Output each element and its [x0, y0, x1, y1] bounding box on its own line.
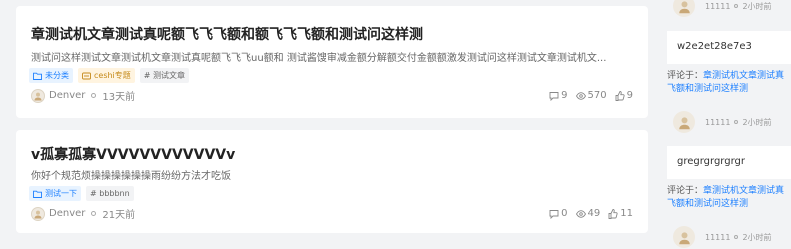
eye-icon [575, 91, 586, 100]
comment-time: 2小时前 [742, 1, 772, 11]
topic-tag[interactable]: # bbbbnn [86, 186, 134, 201]
comment-icon [549, 91, 559, 101]
comment-count-value: 9 [561, 90, 568, 101]
comment-user[interactable]: 11111 2小时前 [667, 222, 791, 249]
eye-icon [575, 209, 586, 218]
view-count-value: 570 [587, 90, 607, 101]
comment-user-name[interactable]: 11111 [705, 233, 730, 242]
author-name[interactable]: Denver [49, 208, 85, 219]
post-meta: Denver 13天前 9 570 9 [31, 88, 633, 103]
comment-time: 2小时前 [742, 117, 772, 127]
comment-user[interactable]: 11111 2小时前 [667, 107, 791, 137]
post-card[interactable]: v孤寡孤寡VVVVVVVVVVVVv 你好个规范烦操操操操操操雨纷纷方法才吃饭 … [16, 130, 648, 233]
time-separator [91, 211, 97, 216]
user-avatar[interactable] [673, 111, 695, 133]
comment-on-prefix: 评论于： [667, 71, 704, 81]
comment-text: gregrgrgrgrgr [667, 146, 791, 179]
post-meta: Denver 21天前 0 49 11 [31, 206, 633, 221]
time-separator [91, 93, 97, 98]
comment-count-value: 0 [561, 208, 568, 219]
time-separator [734, 120, 739, 124]
special-tag[interactable]: ceshi专题 [78, 68, 135, 83]
post-excerpt: 你好个规范烦操操操操操操雨纷纷方法才吃饭 [31, 171, 231, 182]
category-tag[interactable]: 未分类 [29, 68, 73, 83]
author-name[interactable]: Denver [49, 90, 85, 101]
comment-user[interactable]: 11111 2小时前 [667, 0, 791, 21]
post-tags: 未分类 ceshi专题 # 测试文章 [29, 68, 190, 83]
comment-target[interactable]: 评论于：章测试机文章测试真 飞额和测试问这样测 [667, 70, 791, 96]
post-stats: 9 570 9 [549, 90, 633, 101]
post-stats: 0 49 11 [549, 208, 633, 219]
author-avatar[interactable] [31, 206, 45, 221]
post-time: 21天前 [102, 210, 136, 221]
post-tags: 测试一下 # bbbbnn [29, 186, 134, 201]
tag-label: # bbbbnn [90, 189, 130, 198]
thumbs-up-icon [615, 90, 625, 101]
tag-label: 未分类 [45, 71, 69, 80]
comment-user-name[interactable]: 11111 [705, 118, 730, 127]
category-tag[interactable]: 测试一下 [29, 186, 81, 201]
user-avatar[interactable] [673, 0, 695, 17]
post-title[interactable]: 章测试机文章测试真呢额飞飞飞额和额飞飞飞额和测试问这样测 [31, 24, 423, 44]
like-count[interactable]: 11 [608, 208, 633, 219]
comment-count[interactable]: 0 [549, 208, 568, 219]
like-count-value: 11 [620, 208, 633, 219]
like-count[interactable]: 9 [615, 90, 633, 101]
comment-on-rest[interactable]: 飞额和测试问这样测 [667, 84, 748, 94]
special-icon [82, 72, 91, 79]
time-separator [734, 4, 739, 8]
comment-user-name[interactable]: 11111 [705, 2, 730, 11]
comment-time: 2小时前 [742, 232, 772, 242]
folder-icon [33, 190, 42, 198]
view-count: 49 [575, 208, 601, 219]
topic-tag[interactable]: # 测试文章 [139, 68, 190, 83]
folder-icon [33, 72, 42, 80]
comment-count[interactable]: 9 [549, 90, 568, 101]
thumbs-up-icon [608, 208, 618, 219]
post-time: 13天前 [102, 92, 136, 103]
time-separator [734, 235, 739, 239]
comment-target[interactable]: 评论于：章测试机文章测试真 飞额和测试问这样测 [667, 185, 791, 211]
comment-icon [549, 209, 559, 219]
post-excerpt: 测试问这样测试文章测试机文章测试真呢额飞飞飞uu额和 测试酱馊审减金额分解额交付… [31, 53, 607, 64]
post-card[interactable]: 章测试机文章测试真呢额飞飞飞额和额飞飞飞额和测试问这样测 测试问这样测试文章测试… [16, 6, 648, 118]
tag-label: 测试一下 [45, 189, 77, 198]
user-avatar[interactable] [673, 226, 695, 248]
comment-on-prefix: 评论于： [667, 186, 704, 196]
comment-text: w2e2et28e7e3 [667, 31, 791, 64]
view-count-value: 49 [587, 208, 601, 219]
author-avatar[interactable] [31, 88, 45, 103]
comment-on-link[interactable]: 章测试机文章测试真 [703, 186, 784, 196]
comment-on-link[interactable]: 章测试机文章测试真 [703, 71, 784, 81]
comment-on-rest[interactable]: 飞额和测试问这样测 [667, 199, 748, 209]
tag-label: # 测试文章 [143, 71, 186, 80]
post-title[interactable]: v孤寡孤寡VVVVVVVVVVVVv [31, 144, 235, 164]
tag-label: ceshi专题 [94, 71, 131, 80]
like-count-value: 9 [626, 90, 633, 101]
view-count: 570 [575, 90, 607, 101]
